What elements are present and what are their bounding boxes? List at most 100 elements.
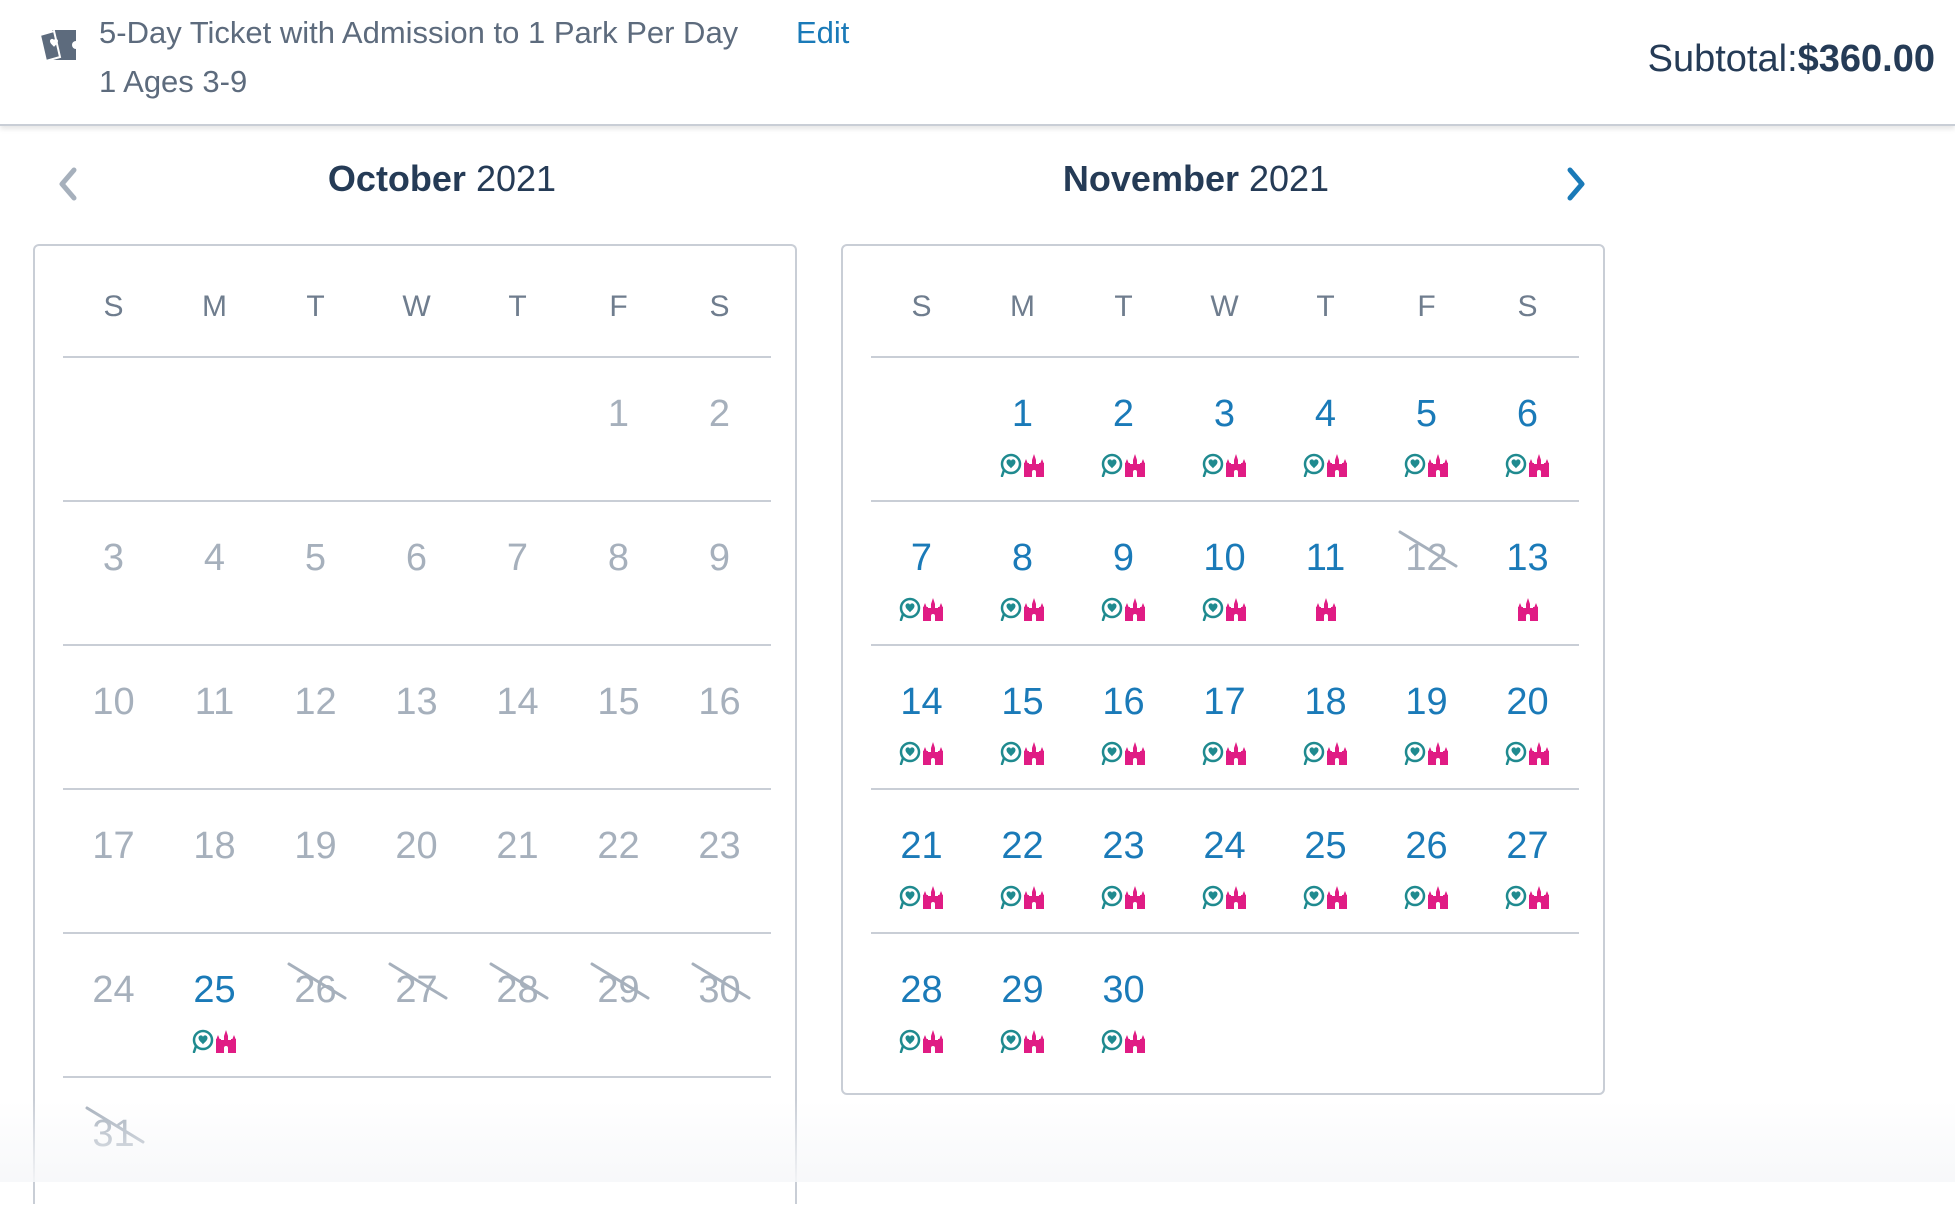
calendar-day[interactable]: 18: [1275, 646, 1376, 788]
calendar-day[interactable]: 14: [871, 646, 972, 788]
park-availability-icons: [1073, 738, 1174, 768]
week-row: 17 18 19 20 21 22 23: [63, 790, 771, 934]
day-number: 29: [597, 969, 640, 1011]
week-row: 21 22 23 24 25 26 27: [871, 790, 1579, 934]
day-number: 19: [1405, 681, 1448, 723]
day-number: 2: [1112, 393, 1135, 435]
day-number: 12: [1405, 537, 1448, 579]
calendar-day[interactable]: 17: [1174, 646, 1275, 788]
calendar-day[interactable]: 24: [1174, 790, 1275, 932]
california-adventure-icon: [1000, 597, 1021, 621]
california-adventure-icon: [1303, 741, 1324, 765]
park-availability-icons: [972, 450, 1073, 480]
day-number: 6: [405, 537, 428, 579]
month-name: November: [1062, 158, 1239, 199]
california-adventure-icon: [1505, 741, 1526, 765]
calendar-day[interactable]: 20: [1477, 646, 1578, 788]
weekday-label: F: [609, 290, 628, 323]
calendar-day: 12: [1376, 502, 1477, 644]
park-availability-icons: [871, 738, 972, 768]
park-availability-icons: [1275, 882, 1376, 912]
calendar-day: 17: [63, 790, 164, 932]
calendar-day[interactable]: 7: [871, 502, 972, 644]
day-number: 14: [496, 681, 539, 723]
park-availability-icons: [1275, 738, 1376, 768]
park-availability-icons: [1073, 882, 1174, 912]
calendar-day[interactable]: 5: [1376, 358, 1477, 500]
calendar-day: 7: [467, 502, 568, 644]
calendar-day: 10: [63, 646, 164, 788]
california-adventure-icon: [1202, 597, 1223, 621]
day-number: 23: [1102, 825, 1145, 867]
calendar-day[interactable]: 23: [1073, 790, 1174, 932]
next-month-button[interactable]: [1556, 160, 1596, 208]
calendar-day: 16: [669, 646, 770, 788]
park-availability-icons: [1376, 738, 1477, 768]
month-year: 2021: [1248, 158, 1330, 199]
calendar-day: 3: [63, 502, 164, 644]
weekday-label: W: [402, 290, 431, 323]
edit-ticket-link[interactable]: Edit: [796, 15, 849, 51]
park-availability-icons: [972, 594, 1073, 624]
calendar-november: S M T W T F S 1 2 3 4 5 6 7 8 9 10 11 12 13 14 15 16 17 18 19 20 21…: [841, 244, 1605, 1095]
calendar-day[interactable]: 29: [972, 934, 1073, 1076]
calendar-day[interactable]: 27: [1477, 790, 1578, 932]
calendar-day: 26: [265, 934, 366, 1076]
park-availability-icons: [1477, 738, 1578, 768]
calendar-day[interactable]: 8: [972, 502, 1073, 644]
day-number: 4: [1314, 393, 1337, 435]
park-availability-icons: [1275, 594, 1376, 624]
calendar-day: 29: [568, 934, 669, 1076]
calendar-day[interactable]: 3: [1174, 358, 1275, 500]
park-availability-icons: [871, 882, 972, 912]
day-number: 9: [708, 537, 731, 579]
calendar-day[interactable]: 11: [1275, 502, 1376, 644]
calendar-day[interactable]: 6: [1477, 358, 1578, 500]
day-number: 13: [1506, 537, 1549, 579]
calendar-day[interactable]: 15: [972, 646, 1073, 788]
calendar-day[interactable]: 25: [1275, 790, 1376, 932]
day-number: 8: [1011, 537, 1034, 579]
calendar-day[interactable]: 26: [1376, 790, 1477, 932]
park-availability-icons: [1073, 450, 1174, 480]
week-row: 12: [63, 358, 771, 502]
subtotal: Subtotal:$360.00: [1648, 38, 1935, 81]
california-adventure-icon: [1202, 885, 1223, 909]
disneyland-castle-icon: [1315, 598, 1336, 621]
day-number: 8: [607, 537, 630, 579]
calendar-day[interactable]: 19: [1376, 646, 1477, 788]
subtotal-label: Subtotal:: [1647, 38, 1798, 80]
disneyland-castle-icon: [1225, 454, 1246, 477]
weekday-label: M: [202, 290, 227, 323]
calendar-day[interactable]: 10: [1174, 502, 1275, 644]
day-number: 22: [1001, 825, 1044, 867]
calendar-day[interactable]: 16: [1073, 646, 1174, 788]
disneyland-castle-icon: [1326, 886, 1347, 909]
day-number: 28: [900, 969, 943, 1011]
calendar-day[interactable]: 9: [1073, 502, 1174, 644]
day-number: 21: [900, 825, 943, 867]
day-number: 3: [102, 537, 125, 579]
calendar-day[interactable]: 22: [972, 790, 1073, 932]
california-adventure-icon: [1101, 741, 1122, 765]
calendar-day[interactable]: 13: [1477, 502, 1578, 644]
calendar-day[interactable]: 30: [1073, 934, 1174, 1076]
disneyland-castle-icon: [1326, 454, 1347, 477]
california-adventure-icon: [1000, 741, 1021, 765]
month-title-november: November 2021: [796, 158, 1596, 200]
calendar-day[interactable]: 4: [1275, 358, 1376, 500]
day-number: 1: [1011, 393, 1034, 435]
disneyland-castle-icon: [215, 1030, 236, 1053]
calendar-day[interactable]: 2: [1073, 358, 1174, 500]
day-number: 26: [1405, 825, 1448, 867]
calendar-day[interactable]: 21: [871, 790, 972, 932]
disneyland-castle-icon: [1528, 454, 1549, 477]
california-adventure-icon: [1404, 741, 1425, 765]
day-number: 19: [294, 825, 337, 867]
calendar-day[interactable]: 28: [871, 934, 972, 1076]
day-number: 2: [708, 393, 731, 435]
calendar-day[interactable]: 25: [164, 934, 265, 1076]
day-number: 13: [395, 681, 438, 723]
day-number: 25: [193, 969, 236, 1011]
calendar-day[interactable]: 1: [972, 358, 1073, 500]
